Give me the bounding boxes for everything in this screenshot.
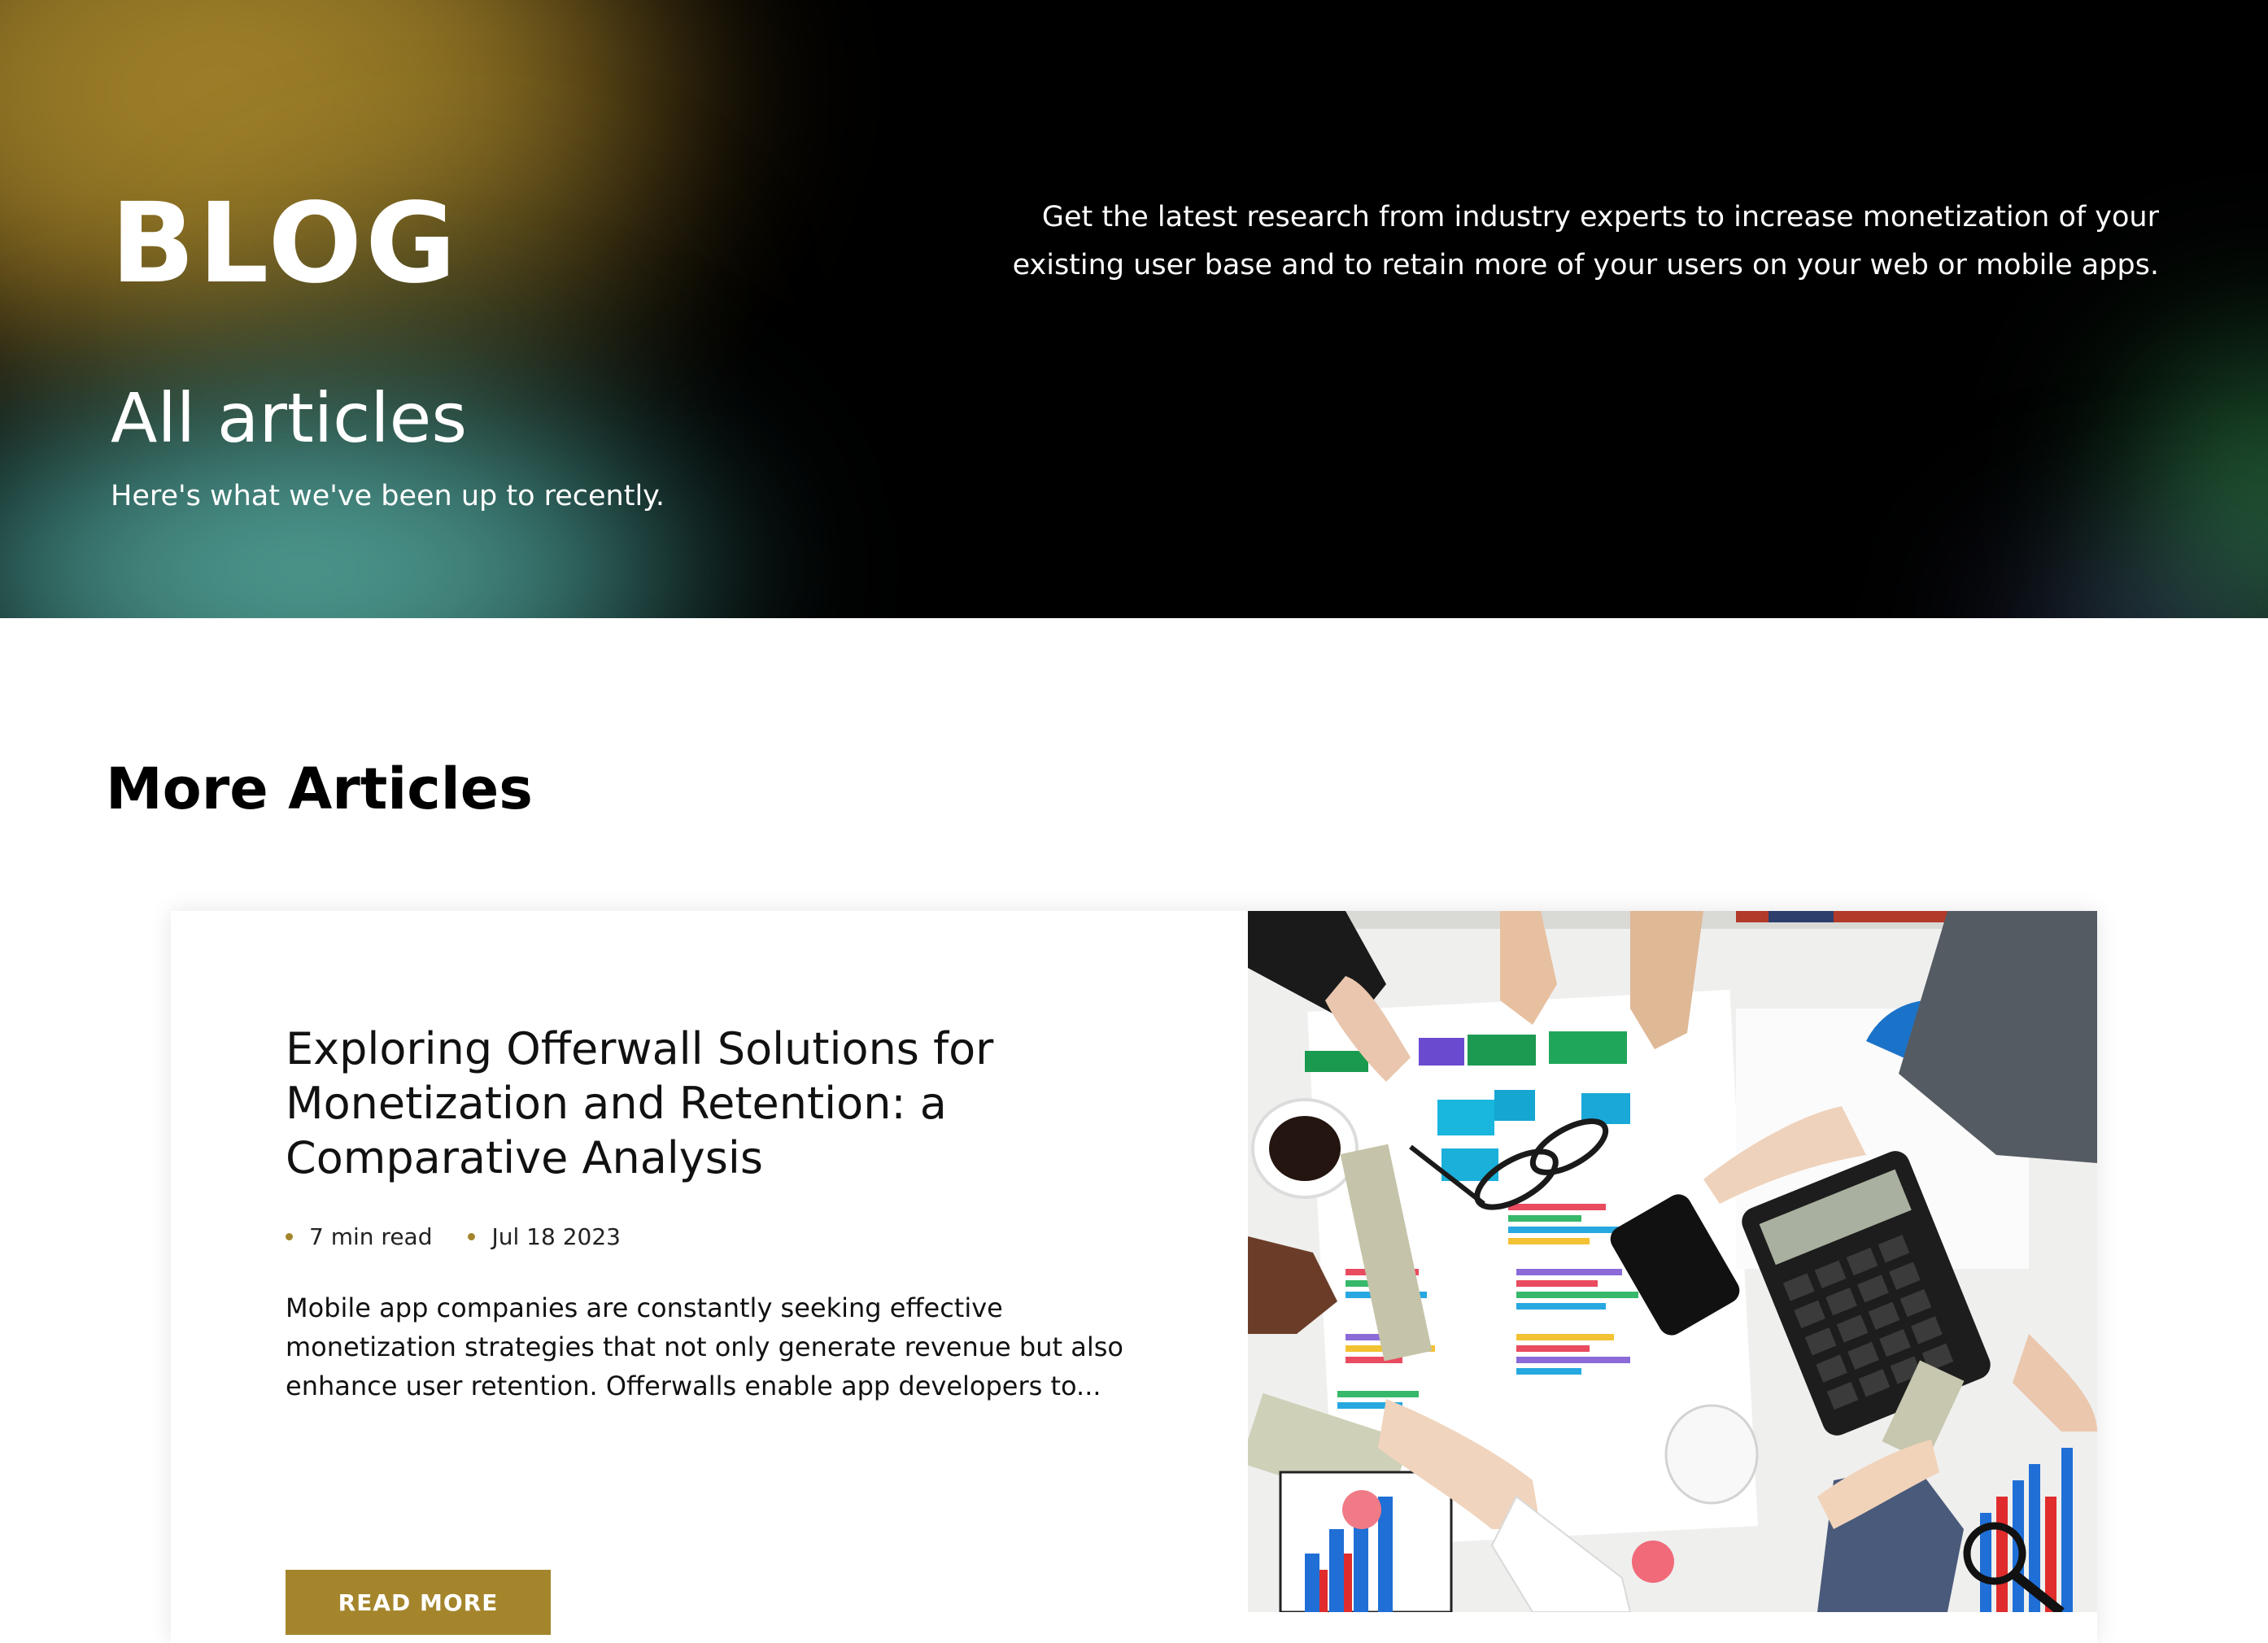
article-title[interactable]: Exploring Offerwall Solutions for Moneti… — [286, 1022, 1099, 1185]
more-articles-heading: More Articles — [106, 756, 533, 822]
blog-hero: BLOG Get the latest research from indust… — [0, 0, 2268, 618]
hero-gradient-blue — [1936, 504, 2268, 618]
article-card-body: Exploring Offerwall Solutions for Moneti… — [171, 911, 1248, 1643]
publish-date-label: Jul 18 2023 — [491, 1223, 621, 1250]
business-meeting-photo-icon — [1248, 911, 2097, 1612]
bullet-dot-icon — [468, 1233, 476, 1240]
publish-date: Jul 18 2023 — [468, 1223, 621, 1250]
page-title: BLOG — [111, 180, 460, 308]
read-more-button[interactable]: READ MORE — [286, 1570, 551, 1635]
article-card[interactable]: Exploring Offerwall Solutions for Moneti… — [171, 911, 2097, 1643]
article-excerpt: Mobile app companies are constantly seek… — [286, 1292, 1123, 1401]
article-image[interactable] — [1248, 911, 2097, 1612]
hero-description: Get the latest research from industry ex… — [1012, 201, 2159, 281]
read-time: 7 min read — [286, 1223, 432, 1250]
hero-tagline: Here's what we've been up to recently. — [111, 480, 665, 512]
read-time-label: 7 min read — [309, 1223, 433, 1250]
bullet-dot-icon — [286, 1233, 293, 1240]
article-meta: 7 min read Jul 18 2023 — [286, 1223, 621, 1250]
hero-subtitle: All articles — [111, 378, 468, 458]
